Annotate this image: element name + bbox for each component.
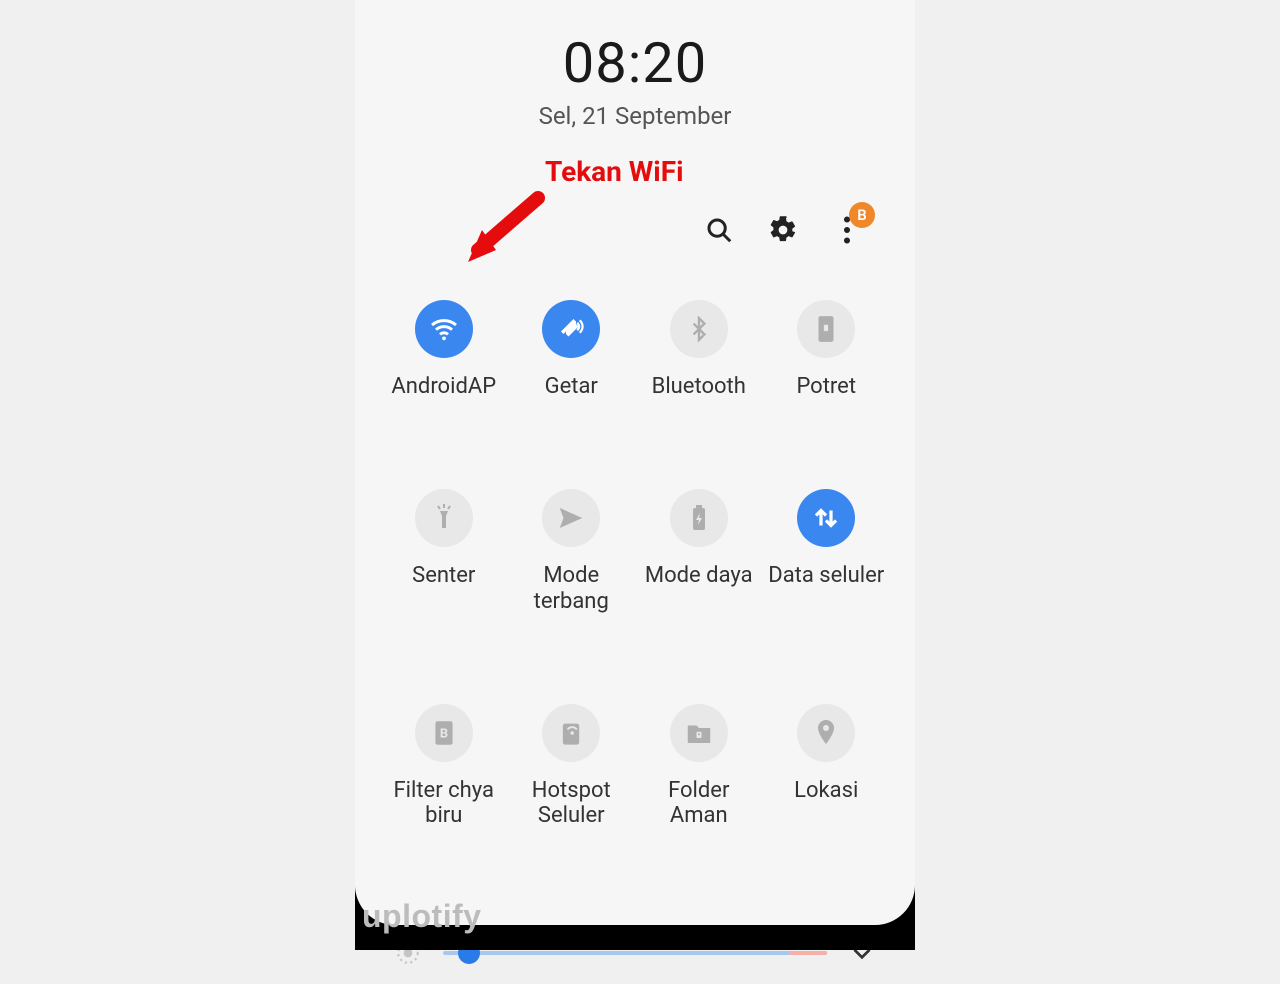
tile-flashlight[interactable]: Senter bbox=[385, 489, 503, 614]
bluefilter-icon: B bbox=[415, 704, 473, 762]
mobiledata-icon bbox=[797, 489, 855, 547]
tile-label: Data seluler bbox=[768, 563, 884, 588]
battery-icon bbox=[670, 489, 728, 547]
portrait-icon bbox=[797, 300, 855, 358]
tile-bluetooth[interactable]: Bluetooth bbox=[640, 300, 758, 399]
tile-portrait[interactable]: Potret bbox=[768, 300, 886, 399]
bluetooth-icon bbox=[670, 300, 728, 358]
tile-mobiledata[interactable]: Data seluler bbox=[768, 489, 886, 614]
tile-airplane[interactable]: Mode terbang bbox=[513, 489, 631, 614]
tile-label: Potret bbox=[796, 374, 856, 399]
overflow-button[interactable]: B bbox=[829, 212, 865, 248]
tile-label: Folder Aman bbox=[640, 778, 758, 829]
tile-label: Hotspot Seluler bbox=[513, 778, 631, 829]
settings-button[interactable] bbox=[765, 212, 801, 248]
watermark: uplotify bbox=[362, 898, 482, 935]
tile-label: Mode daya bbox=[645, 563, 753, 588]
tile-label: Getar bbox=[545, 374, 598, 399]
quick-settings-panel: 08:20 Sel, 21 September B AndroidAP Getar… bbox=[355, 0, 915, 950]
notification-badge: B bbox=[849, 202, 875, 228]
date: Sel, 21 September bbox=[539, 102, 732, 130]
airplane-icon bbox=[542, 489, 600, 547]
gear-icon bbox=[768, 215, 798, 245]
tile-hotspot[interactable]: Hotspot Seluler bbox=[513, 704, 631, 829]
slider-track bbox=[443, 951, 827, 955]
wifi-icon bbox=[415, 300, 473, 358]
hotspot-icon bbox=[542, 704, 600, 762]
tile-label: Filter chya biru bbox=[385, 778, 503, 829]
tile-bluefilter[interactable]: B Filter chya biru bbox=[385, 704, 503, 829]
securefolder-icon bbox=[670, 704, 728, 762]
clock: 08:20 bbox=[563, 30, 707, 96]
brightness-slider[interactable] bbox=[443, 950, 827, 956]
search-icon bbox=[704, 215, 734, 245]
tile-battery[interactable]: Mode daya bbox=[640, 489, 758, 614]
vibrate-icon bbox=[542, 300, 600, 358]
tile-label: Senter bbox=[412, 563, 475, 588]
tile-location[interactable]: Lokasi bbox=[768, 704, 886, 829]
panel-toolbar: B bbox=[355, 212, 915, 248]
tile-label: Bluetooth bbox=[652, 374, 746, 399]
tile-label: Mode terbang bbox=[513, 563, 631, 614]
location-icon bbox=[797, 704, 855, 762]
tile-wifi[interactable]: AndroidAP bbox=[385, 300, 503, 399]
quick-tiles-grid: AndroidAP Getar Bluetooth Potret Senter Mode … bbox=[355, 300, 915, 828]
annotation-text: Tekan WiFi bbox=[545, 155, 684, 188]
tile-label: Lokasi bbox=[794, 778, 858, 803]
svg-text:B: B bbox=[440, 726, 448, 741]
slider-track-warn bbox=[789, 951, 827, 955]
tile-label: AndroidAP bbox=[391, 374, 496, 399]
tile-securefolder[interactable]: Folder Aman bbox=[640, 704, 758, 829]
tile-vibrate[interactable]: Getar bbox=[513, 300, 631, 399]
search-button[interactable] bbox=[701, 212, 737, 248]
flashlight-icon bbox=[415, 489, 473, 547]
